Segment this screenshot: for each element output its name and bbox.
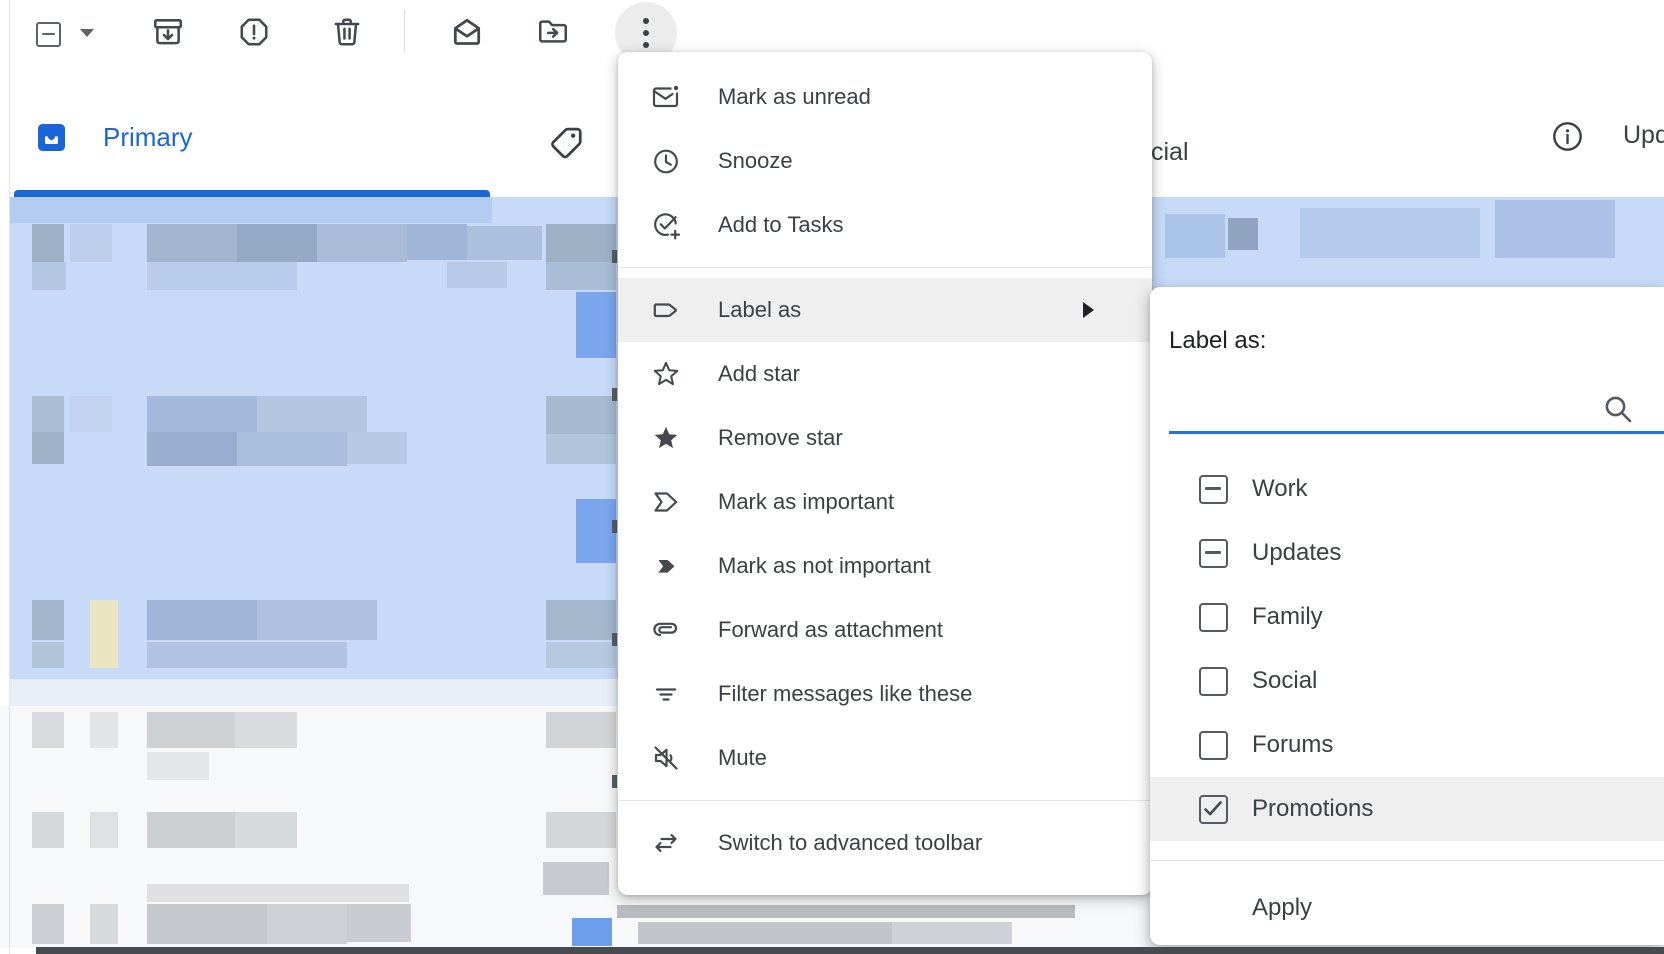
move-to-folder-icon[interactable] bbox=[536, 15, 570, 49]
select-dropdown-caret-icon[interactable] bbox=[80, 29, 94, 37]
menu-item-forward-as-attachment[interactable]: Forward as attachment bbox=[618, 598, 1152, 662]
more-options-menu: Mark as unread Snooze Add to Tasks Label… bbox=[618, 52, 1152, 895]
gmail-window: Primary cial Upd Mark as unread bbox=[0, 0, 1664, 954]
checkbox-indeterminate[interactable] bbox=[1199, 539, 1228, 568]
selected-tab-indicator bbox=[14, 190, 490, 197]
menu-item-filter-messages[interactable]: Filter messages like these bbox=[618, 662, 1152, 726]
label-tag-icon bbox=[651, 295, 681, 325]
clipped-text-fragment bbox=[612, 250, 617, 263]
switch-arrows-icon bbox=[651, 828, 681, 858]
label-as-panel: Label as: Work Updates Family bbox=[1150, 287, 1664, 945]
star-filled-icon bbox=[651, 423, 681, 453]
tab-primary[interactable]: Primary bbox=[103, 122, 193, 153]
delete-trash-icon[interactable] bbox=[330, 15, 364, 49]
checkbox-checked[interactable] bbox=[1199, 795, 1228, 824]
menu-item-add-star[interactable]: Add star bbox=[618, 342, 1152, 406]
window-bottom-edge bbox=[36, 947, 1664, 954]
mark-unread-icon bbox=[651, 82, 681, 112]
tab-social-partial[interactable]: cial bbox=[1151, 138, 1189, 167]
info-icon[interactable] bbox=[1552, 121, 1583, 152]
menu-item-remove-star[interactable]: Remove star bbox=[618, 406, 1152, 470]
report-spam-icon[interactable] bbox=[237, 15, 271, 49]
clipped-text-fragment bbox=[612, 633, 617, 646]
submenu-arrow-icon bbox=[1083, 302, 1094, 318]
clipped-text-fragment bbox=[612, 775, 617, 788]
menu-divider bbox=[618, 267, 1152, 268]
label-as-panel-title: Label as: bbox=[1169, 327, 1664, 355]
menu-item-mark-as-unread[interactable]: Mark as unread bbox=[618, 65, 1152, 129]
checkmark-icon bbox=[1200, 796, 1226, 822]
menu-item-snooze[interactable]: Snooze bbox=[618, 129, 1152, 193]
search-icon bbox=[1602, 393, 1634, 425]
clipped-text-fragment bbox=[612, 520, 617, 533]
menu-item-add-to-tasks[interactable]: Add to Tasks bbox=[618, 193, 1152, 257]
important-filled-icon bbox=[651, 551, 681, 581]
menu-item-mark-as-not-important[interactable]: Mark as not important bbox=[618, 534, 1152, 598]
menu-item-mute[interactable]: Mute bbox=[618, 726, 1152, 790]
apply-divider bbox=[1150, 860, 1664, 861]
checkbox-unchecked[interactable] bbox=[1199, 731, 1228, 760]
snooze-clock-icon bbox=[651, 146, 681, 176]
important-outline-icon bbox=[651, 487, 681, 517]
label-option-family[interactable]: Family bbox=[1150, 585, 1664, 649]
label-option-promotions[interactable]: Promotions bbox=[1150, 777, 1664, 841]
promotions-tag-icon[interactable] bbox=[547, 124, 585, 164]
paperclip-icon bbox=[651, 615, 681, 645]
checkbox-unchecked[interactable] bbox=[1199, 667, 1228, 696]
label-option-updates[interactable]: Updates bbox=[1150, 521, 1664, 585]
label-option-forums[interactable]: Forums bbox=[1150, 713, 1664, 777]
add-to-tasks-icon bbox=[651, 210, 681, 240]
label-list: Work Updates Family Social Forums bbox=[1150, 457, 1664, 841]
apply-button[interactable]: Apply bbox=[1150, 876, 1664, 940]
checkbox-indeterminate[interactable] bbox=[1199, 475, 1228, 504]
label-search-row bbox=[1169, 355, 1664, 434]
tab-updates-partial[interactable]: Upd bbox=[1623, 121, 1664, 150]
filter-icon bbox=[651, 679, 681, 709]
select-checkbox[interactable] bbox=[36, 22, 61, 47]
label-option-work[interactable]: Work bbox=[1150, 457, 1664, 521]
window-left-border bbox=[9, 0, 10, 954]
menu-item-mark-as-important[interactable]: Mark as important bbox=[618, 470, 1152, 534]
menu-item-label-as[interactable]: Label as bbox=[618, 278, 1152, 342]
toolbar-divider bbox=[404, 10, 405, 52]
label-option-social[interactable]: Social bbox=[1150, 649, 1664, 713]
label-search-input[interactable] bbox=[1169, 369, 1573, 421]
clipped-text-fragment bbox=[612, 388, 617, 401]
mute-icon bbox=[651, 743, 681, 773]
menu-item-switch-to-advanced-toolbar[interactable]: Switch to advanced toolbar bbox=[618, 811, 1152, 875]
primary-inbox-icon bbox=[37, 123, 66, 152]
menu-divider bbox=[618, 800, 1152, 801]
checkbox-unchecked[interactable] bbox=[1199, 603, 1228, 632]
star-outline-icon bbox=[651, 359, 681, 389]
mark-as-read-icon[interactable] bbox=[450, 15, 484, 49]
archive-icon[interactable] bbox=[151, 15, 185, 49]
